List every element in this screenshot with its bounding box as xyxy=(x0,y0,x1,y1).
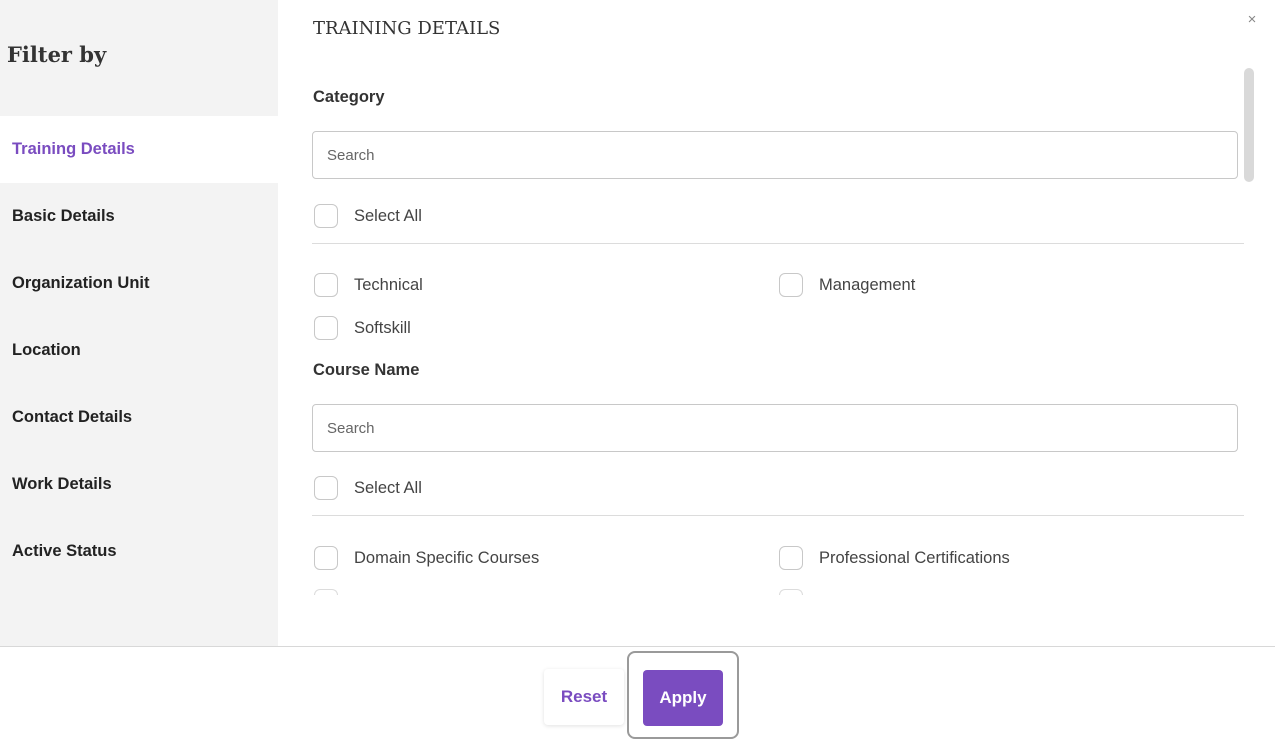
partially-visible-checkbox[interactable] xyxy=(314,589,338,595)
checkbox-box[interactable] xyxy=(779,273,803,297)
course-divider xyxy=(312,515,1244,516)
checkbox-label: Management xyxy=(819,275,916,294)
category-option-management[interactable]: Management xyxy=(779,273,915,297)
category-divider xyxy=(312,243,1244,244)
course-name-label: Course Name xyxy=(313,361,420,379)
checkbox-label: Select All xyxy=(354,206,422,225)
checkbox-label: Domain Specific Courses xyxy=(354,548,540,567)
checkbox-box[interactable] xyxy=(314,476,338,500)
category-option-technical[interactable]: Technical xyxy=(314,273,423,297)
sidebar-item-training-details[interactable]: Training Details xyxy=(0,116,278,183)
filter-sidebar: Filter by Training Details Basic Details… xyxy=(0,0,278,646)
filter-footer: Reset Apply xyxy=(0,646,1275,742)
section-title: TRAINING DETAILS xyxy=(313,18,501,39)
checkbox-box[interactable] xyxy=(314,546,338,570)
category-option-softskill[interactable]: Softskill xyxy=(314,316,411,340)
course-search-input[interactable] xyxy=(312,404,1238,452)
checkbox-label: Technical xyxy=(354,275,423,294)
sidebar-item-work-details[interactable]: Work Details xyxy=(0,451,278,518)
course-select-all-checkbox[interactable]: Select All xyxy=(314,476,422,500)
apply-button[interactable]: Apply xyxy=(643,670,723,726)
scrollbar-thumb[interactable] xyxy=(1244,68,1254,182)
partially-visible-checkbox[interactable] xyxy=(779,589,803,595)
sidebar-title: Filter by xyxy=(7,42,107,67)
sidebar-item-location[interactable]: Location xyxy=(0,317,278,384)
checkbox-label: Select All xyxy=(354,478,422,497)
close-icon[interactable]: × xyxy=(1244,12,1260,28)
checkbox-label: Professional Certifications xyxy=(819,548,1010,567)
checkbox-label: Softskill xyxy=(354,318,411,337)
course-option-professional-certifications[interactable]: Professional Certifications xyxy=(779,546,1010,570)
checkbox-box[interactable] xyxy=(779,546,803,570)
sidebar-item-contact-details[interactable]: Contact Details xyxy=(0,384,278,451)
filter-nav: Training Details Basic Details Organizat… xyxy=(0,116,278,585)
category-label: Category xyxy=(313,88,385,106)
course-option-domain-specific[interactable]: Domain Specific Courses xyxy=(314,546,539,570)
checkbox-box[interactable] xyxy=(314,273,338,297)
sidebar-item-organization-unit[interactable]: Organization Unit xyxy=(0,250,278,317)
reset-button[interactable]: Reset xyxy=(544,669,624,725)
sidebar-item-basic-details[interactable]: Basic Details xyxy=(0,183,278,250)
category-select-all-checkbox[interactable]: Select All xyxy=(314,204,422,228)
sidebar-item-active-status[interactable]: Active Status xyxy=(0,518,278,585)
category-search-input[interactable] xyxy=(312,131,1238,179)
checkbox-box[interactable] xyxy=(314,204,338,228)
checkbox-box[interactable] xyxy=(314,316,338,340)
filter-content: TRAINING DETAILS × Category Select All T… xyxy=(278,0,1275,646)
